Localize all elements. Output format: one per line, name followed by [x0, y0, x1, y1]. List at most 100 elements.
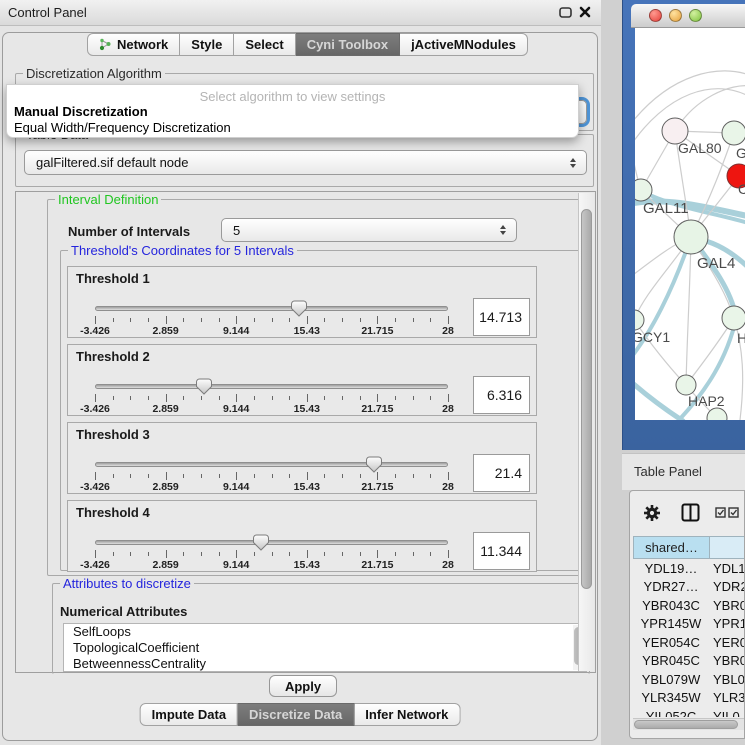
table-row[interactable]: YPR145WYPR1: [633, 615, 745, 634]
threshold-panel-1: Threshold 1 -3.4262.8599.14415.4321.71528…: [67, 266, 537, 338]
table-row[interactable]: YBR043CYBR0: [633, 596, 745, 615]
apply-button[interactable]: Apply: [269, 675, 337, 697]
table-row[interactable]: YBL079WYBL0: [633, 670, 745, 689]
cell-shared-name: YPR145W: [633, 616, 709, 631]
combo-arrows-icon: [564, 158, 582, 168]
tab-discretize-data[interactable]: Discretize Data: [238, 703, 354, 726]
threshold-slider[interactable]: -3.4262.8599.14415.4321.71528: [95, 456, 448, 494]
threshold-value-field[interactable]: 14.713: [473, 298, 530, 336]
interval-definition-group: Interval Definition Number of Intervals …: [47, 199, 590, 576]
gear-icon[interactable]: [643, 504, 661, 522]
scrollbar-thumb[interactable]: [634, 720, 738, 729]
cell-shared-name: YBR043C: [633, 598, 709, 613]
slider-thumb[interactable]: [291, 300, 307, 317]
table-data-group: Table Data galFiltered.sif default node: [15, 134, 594, 187]
slider-track[interactable]: [95, 306, 448, 311]
column-header[interactable]: na: [709, 536, 745, 559]
cell-shared-name: YIL052C: [633, 709, 709, 717]
tab-label: Discretize Data: [249, 707, 342, 722]
table-row[interactable]: YBR045CYBR0: [633, 652, 745, 671]
svg-text:GAL11: GAL11: [643, 200, 689, 217]
svg-text:H: H: [737, 330, 745, 346]
cell-name: YBR0: [709, 598, 745, 613]
tab-infer-network[interactable]: Infer Network: [354, 703, 460, 726]
tab-cyni-toolbox[interactable]: Cyni Toolbox: [296, 33, 400, 56]
checkbox-icon[interactable]: [715, 507, 726, 518]
threshold-value-field[interactable]: 11.344: [473, 532, 530, 570]
network-graph-icon: [99, 38, 112, 51]
table-h-scrollbar[interactable]: [633, 718, 745, 730]
table-panel-title: Table Panel: [634, 464, 702, 479]
checkbox-icon[interactable]: [728, 507, 739, 518]
window-title: Control Panel: [8, 5, 87, 20]
tab-style[interactable]: Style: [180, 33, 234, 56]
slider-thumb[interactable]: [366, 456, 382, 473]
control-panel-titlebar: Control Panel: [0, 0, 601, 26]
threshold-value-field[interactable]: 21.4: [473, 454, 530, 492]
minimize-light-icon[interactable]: [669, 9, 682, 22]
float-window-icon[interactable]: [559, 7, 572, 18]
slider-ticks: [95, 316, 448, 325]
slider-track[interactable]: [95, 384, 448, 389]
cell-shared-name: YBR045C: [633, 653, 709, 668]
svg-text:GCY1: GCY1: [635, 329, 670, 345]
network-window-titlebar: [631, 4, 745, 28]
num-intervals-combobox[interactable]: 5: [221, 218, 517, 242]
cell-shared-name: YER054C: [633, 635, 709, 650]
table-row[interactable]: YLR345WYLR3: [633, 689, 745, 708]
attribute-item[interactable]: TopologicalCoefficient: [64, 640, 586, 656]
tab-network[interactable]: Network: [87, 33, 180, 56]
popup-option-manual-discretization[interactable]: Manual Discretization: [14, 104, 148, 119]
threshold-panel-4: Threshold 4-3.4262.8599.14415.4321.71528…: [67, 500, 537, 572]
threshold-label: Threshold 2: [76, 349, 150, 364]
table-row[interactable]: YER054CYER0: [633, 633, 745, 652]
table-header-row: shared…na: [633, 536, 745, 559]
tab-label: Impute Data: [152, 707, 226, 722]
tab-jactivemnodules[interactable]: jActiveMNodules: [400, 33, 528, 56]
tab-select[interactable]: Select: [234, 33, 295, 56]
desktop: Control Panel NetworkStyleSelectCyni Too…: [0, 0, 745, 745]
zoom-light-icon[interactable]: [689, 9, 702, 22]
split-columns-icon[interactable]: [681, 503, 700, 522]
slider-track[interactable]: [95, 540, 448, 545]
threshold-label: Threshold 1: [76, 271, 150, 286]
cell-shared-name: YDL19…: [633, 561, 709, 576]
tab-impute-data[interactable]: Impute Data: [140, 703, 238, 726]
cell-name: YBL0: [709, 672, 745, 687]
threshold-slider[interactable]: -3.4262.8599.14415.4321.71528: [95, 378, 448, 416]
attribute-item[interactable]: SelfLoops: [64, 624, 586, 640]
num-intervals-value: 5: [222, 223, 494, 238]
threshold-panel-3: Threshold 3-3.4262.8599.14415.4321.71528…: [67, 422, 537, 494]
table-data-combobox[interactable]: galFiltered.sif default node: [24, 150, 587, 175]
popup-hint: Select algorithm to view settings: [7, 89, 578, 104]
attribute-item[interactable]: BetweennessCentrality: [64, 656, 586, 672]
close-light-icon[interactable]: [649, 9, 662, 22]
cell-name: YPR1: [709, 616, 745, 631]
popup-option-equal-width-frequency[interactable]: Equal Width/Frequency Discretization: [14, 120, 231, 135]
column-header[interactable]: shared…: [633, 536, 709, 559]
slider-thumb[interactable]: [196, 378, 212, 395]
threshold-slider[interactable]: -3.4262.8599.14415.4321.71528: [95, 534, 448, 572]
table-row[interactable]: YIL052CYIL0: [633, 707, 745, 717]
threshold-panel-2: Threshold 2 -3.4262.8599.14415.4321.71528…: [67, 344, 537, 416]
top-tab-bar: NetworkStyleSelectCyni Toolbox jActiveMNo…: [87, 33, 528, 56]
network-canvas[interactable]: GAL80GACGAL11GAL4GCY1HHAP2: [635, 28, 745, 420]
settings-scrollbar[interactable]: [578, 193, 594, 671]
numerical-attributes-label: Numerical Attributes: [60, 604, 187, 619]
slider-tick-labels: -3.4262.8599.14415.4321.71528: [95, 325, 448, 337]
tab-label: Infer Network: [365, 707, 448, 722]
slider-ticks: [95, 550, 448, 559]
control-panel-window: Control Panel NetworkStyleSelectCyni Too…: [0, 0, 601, 745]
scrollbar-thumb[interactable]: [581, 209, 592, 589]
network-graph: GAL80GACGAL11GAL4GCY1HHAP2: [635, 28, 745, 420]
table-row[interactable]: YDL19…YDL1: [633, 559, 745, 578]
slider-thumb[interactable]: [253, 534, 269, 551]
numerical-attributes-list[interactable]: SelfLoopsTopologicalCoefficientBetweenne…: [63, 623, 587, 672]
table-row[interactable]: YDR27…YDR2: [633, 578, 745, 597]
threshold-value-field[interactable]: 6.316: [473, 376, 530, 414]
slider-track[interactable]: [95, 462, 448, 467]
threshold-slider[interactable]: -3.4262.8599.14415.4321.71528: [95, 300, 448, 338]
close-icon[interactable]: [579, 6, 591, 18]
group-title: Interval Definition: [55, 192, 161, 207]
tab-label: jActiveMNodules: [411, 37, 516, 52]
